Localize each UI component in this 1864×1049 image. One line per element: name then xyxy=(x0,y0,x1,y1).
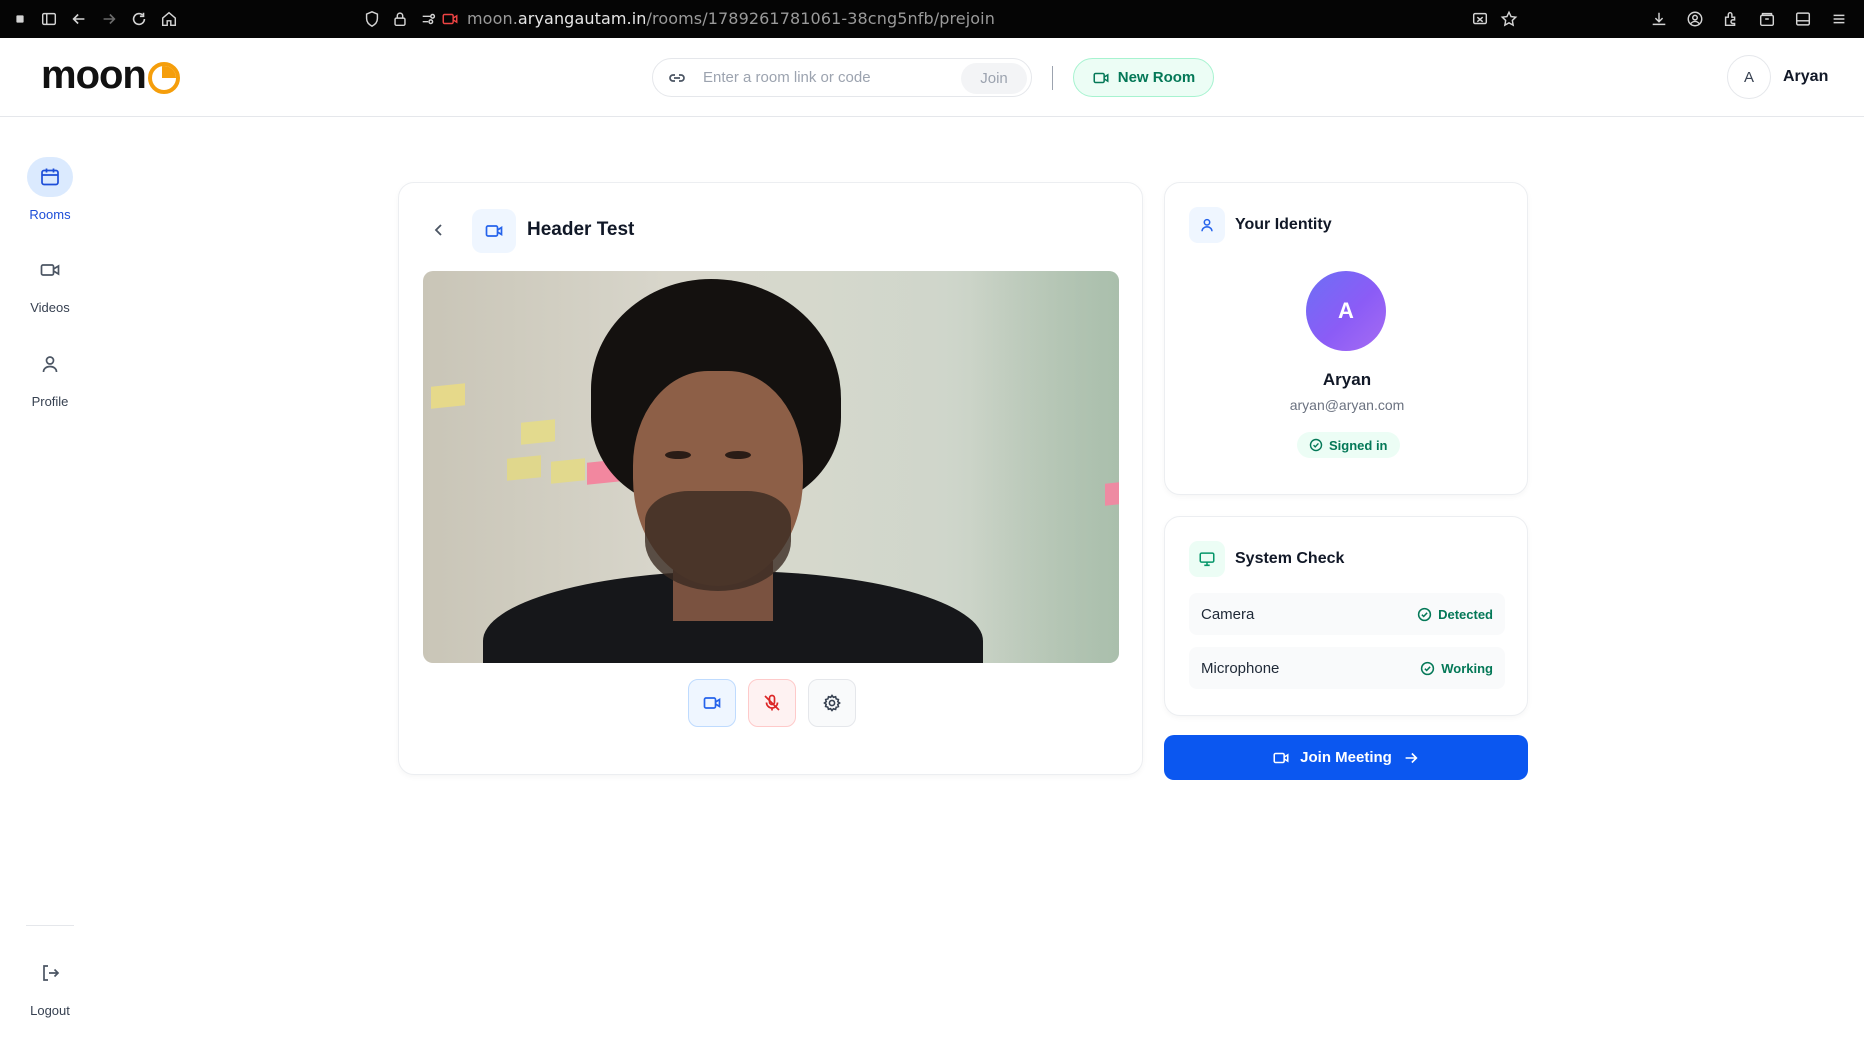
camera-sharing-icon[interactable] xyxy=(440,9,460,29)
browser-toolbar: moon.aryangautam.in/rooms/1789261781061-… xyxy=(0,0,1864,38)
reload-icon[interactable] xyxy=(129,9,149,29)
check-row-microphone: Microphone Working xyxy=(1189,647,1505,689)
lock-icon[interactable] xyxy=(390,9,410,29)
user-icon xyxy=(1189,207,1225,243)
sidebar-item-label: Videos xyxy=(30,300,70,315)
check-circle-icon xyxy=(1421,661,1435,675)
moon-logo[interactable]: moon xyxy=(41,55,180,95)
app-header: moon Join New Room A Aryan xyxy=(0,38,1864,117)
identity-heading: Your Identity xyxy=(1189,207,1332,243)
check-circle-icon xyxy=(1309,438,1323,452)
user-name: Aryan xyxy=(1783,68,1829,85)
system-check-heading: System Check xyxy=(1189,541,1344,577)
identity-name: Aryan xyxy=(1322,370,1372,389)
room-code-search: Join xyxy=(652,58,1032,97)
check-row-camera: Camera Detected xyxy=(1189,593,1505,635)
check-status-text: Detected xyxy=(1438,606,1493,622)
identity-card: Your Identity A Aryan aryan@aryan.com Si… xyxy=(1164,182,1528,495)
forward-arrow-icon[interactable] xyxy=(99,9,119,29)
check-status-text: Working xyxy=(1441,660,1493,676)
sidebar: Rooms Videos Profile Logout xyxy=(0,118,100,1049)
microphone-off-icon xyxy=(763,694,780,711)
back-arrow-icon[interactable] xyxy=(69,9,89,29)
sticky-note xyxy=(1105,482,1119,506)
check-circle-icon xyxy=(1417,607,1432,621)
sidebar-toggle-icon[interactable] xyxy=(39,9,59,29)
sidebar-item-label: Profile xyxy=(31,394,69,409)
check-status: Detected xyxy=(1417,607,1493,622)
video-camera-icon xyxy=(703,697,720,709)
sticky-note xyxy=(551,458,585,484)
logo-text: moon xyxy=(41,53,147,97)
status-text: Signed in xyxy=(1329,437,1388,453)
status-badge: Signed in xyxy=(1297,432,1400,458)
join-room-button[interactable]: Join xyxy=(961,63,1027,94)
avatar: A xyxy=(1727,55,1771,99)
downloads-icon[interactable] xyxy=(1649,9,1669,29)
gear-icon xyxy=(822,694,841,712)
room-code-input[interactable] xyxy=(703,69,943,86)
chevron-left-icon xyxy=(434,224,442,236)
media-controls xyxy=(399,679,1144,727)
video-camera-icon xyxy=(1273,752,1289,763)
calendar-icon xyxy=(27,157,73,197)
link-icon xyxy=(669,73,685,82)
moon-logo-mark-icon xyxy=(147,62,180,94)
prejoin-card: Header Test xyxy=(398,182,1143,775)
extensions-icon[interactable] xyxy=(1721,9,1741,29)
microphone-toggle-button[interactable] xyxy=(747,679,796,727)
system-check-card: System Check Camera Detected Microphone … xyxy=(1164,516,1528,716)
shield-icon[interactable] xyxy=(362,9,382,29)
sticky-note xyxy=(431,383,465,409)
account-icon[interactable] xyxy=(1685,9,1705,29)
reader-view-icon[interactable] xyxy=(1793,9,1813,29)
home-icon[interactable] xyxy=(159,9,179,29)
join-meeting-label: Join Meeting xyxy=(1300,749,1392,766)
sidebar-item-rooms[interactable]: Rooms xyxy=(0,157,100,222)
sidebar-item-videos[interactable]: Videos xyxy=(0,250,100,315)
address-bar-url[interactable]: moon.aryangautam.in/rooms/1789261781061-… xyxy=(467,9,995,28)
video-icon xyxy=(27,250,73,290)
sidebar-divider xyxy=(26,925,74,926)
video-camera-icon xyxy=(1093,72,1109,83)
new-room-label: New Room xyxy=(1117,69,1196,86)
camera-toggle-button[interactable] xyxy=(687,679,736,727)
settings-button[interactable] xyxy=(807,679,856,727)
monitor-icon xyxy=(1189,541,1225,577)
check-label: Camera xyxy=(1201,605,1255,623)
room-video-icon xyxy=(472,209,516,253)
sticky-note xyxy=(521,419,555,445)
arrow-right-icon xyxy=(1405,752,1418,763)
check-status: Working xyxy=(1420,661,1493,676)
logout-icon xyxy=(27,953,73,993)
user-icon xyxy=(27,344,73,384)
camera-preview xyxy=(423,271,1119,663)
back-button[interactable] xyxy=(427,218,451,242)
check-label: Microphone xyxy=(1201,659,1280,677)
hamburger-menu-icon[interactable] xyxy=(1829,9,1849,29)
screen-share-icon[interactable] xyxy=(1470,9,1490,29)
avatar: A xyxy=(1306,271,1386,351)
user-menu[interactable]: A Aryan xyxy=(1727,55,1828,99)
sidebar-item-label: Rooms xyxy=(29,207,71,222)
identity-title: Your Identity xyxy=(1235,216,1332,233)
system-check-title: System Check xyxy=(1235,550,1345,567)
permissions-icon[interactable] xyxy=(419,9,439,29)
new-room-button[interactable]: New Room xyxy=(1073,58,1214,97)
tab-menu-icon[interactable] xyxy=(10,9,30,29)
sticky-note xyxy=(507,455,541,481)
header-divider xyxy=(1052,66,1053,90)
logout-label: Logout xyxy=(30,1003,70,1018)
logout-button[interactable]: Logout xyxy=(0,953,100,1018)
identity-email: aryan@aryan.com xyxy=(1289,397,1405,413)
page-title: Header Test xyxy=(527,219,635,240)
join-meeting-button[interactable]: Join Meeting xyxy=(1164,735,1528,780)
sidebar-item-profile[interactable]: Profile xyxy=(0,344,100,409)
bookmark-star-icon[interactable] xyxy=(1499,9,1519,29)
container-icon[interactable] xyxy=(1757,9,1777,29)
